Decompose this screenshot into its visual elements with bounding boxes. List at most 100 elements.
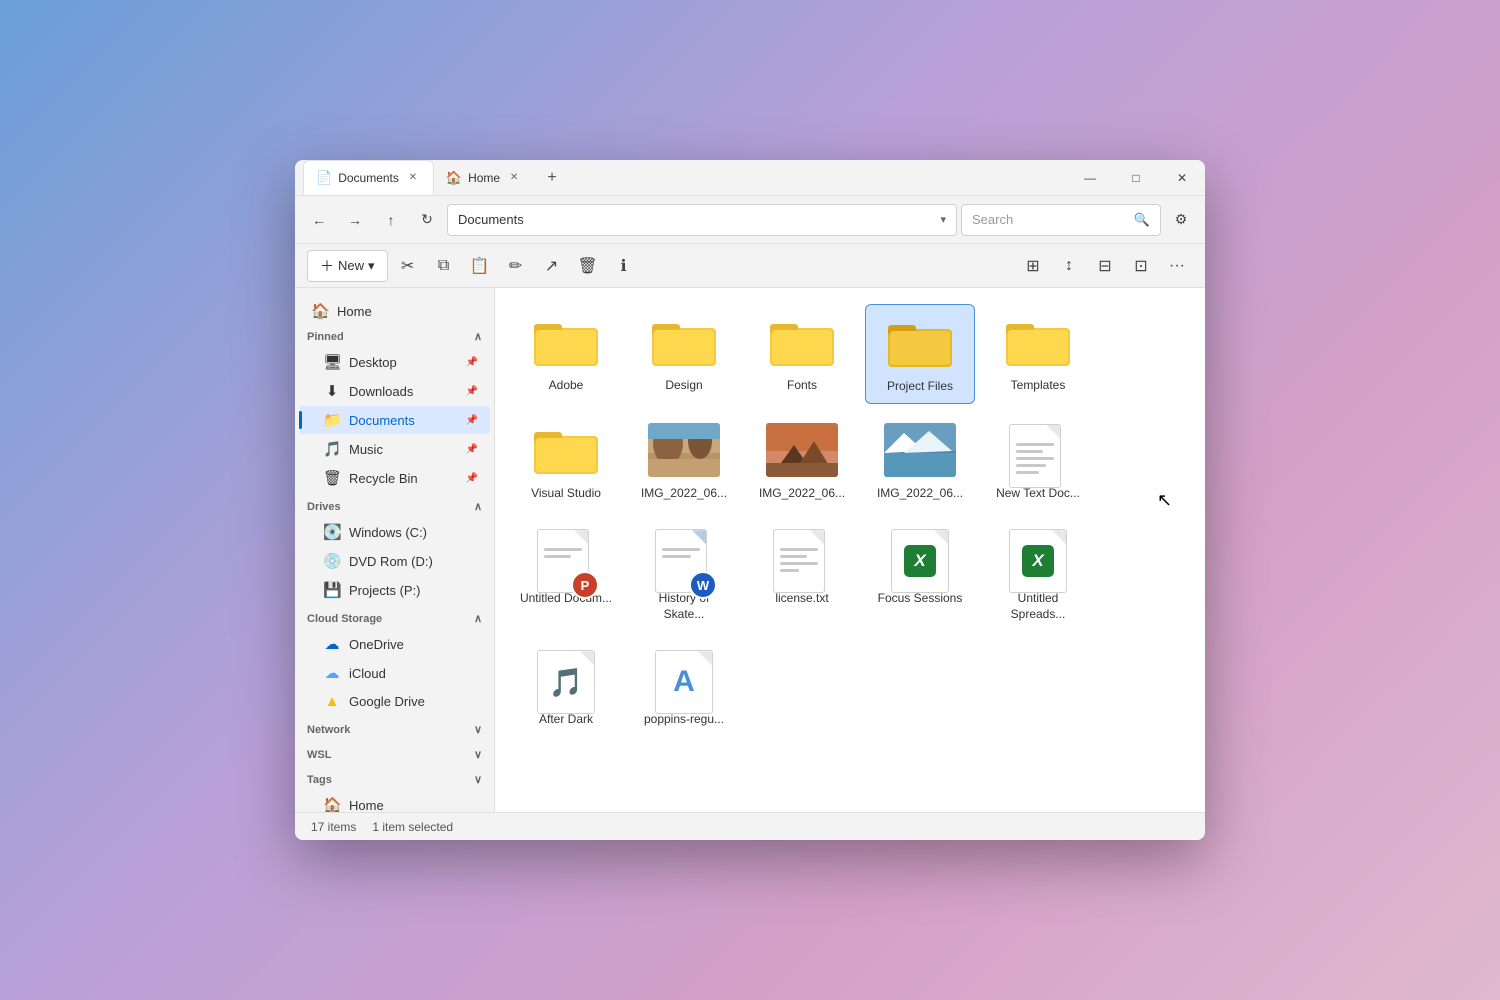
folder-visual-studio[interactable]: Visual Studio (511, 412, 621, 510)
file-focus-sessions[interactable]: X Focus Sessions (865, 517, 975, 630)
file-license[interactable]: license.txt (747, 517, 857, 630)
toolbar: ＋ New ▾ ✂ ⧉ 📋 ✏ ↗ 🗑 ℹ ⊞ ↕ ⊟ ⊡ ··· (295, 244, 1205, 288)
folder-adobe-icon (530, 312, 602, 372)
main-content: 🏠 Home Pinned ∧ 🖥 Desktop 📌 ⬇ Downloads … (295, 288, 1205, 812)
items-count: 17 items (311, 820, 356, 834)
filter-button[interactable]: ⊟ (1089, 250, 1121, 282)
sidebar-section-pinned: Pinned ∧ 🖥 Desktop 📌 ⬇ Downloads 📌 📁 Doc… (295, 326, 494, 492)
icloud-icon: ☁ (323, 664, 341, 682)
downloads-label: Downloads (349, 384, 413, 399)
layout-button[interactable]: ⊡ (1125, 250, 1157, 282)
tab-documents[interactable]: 📄 Documents ✕ (303, 160, 434, 195)
sidebar-item-projects-p[interactable]: 💾 Projects (P:) (299, 576, 490, 604)
desktop-pin-icon: 📌 (466, 357, 478, 368)
file-img1[interactable]: IMG_2022_06... (629, 412, 739, 510)
folder-project-files[interactable]: Project Files (865, 304, 975, 404)
file-img2-label: IMG_2022_06... (759, 486, 845, 502)
drives-label: Drives (307, 501, 341, 513)
sidebar-item-home[interactable]: 🏠 Home (299, 297, 490, 325)
search-bar[interactable]: Search 🔍 (961, 204, 1161, 236)
network-header[interactable]: Network ∨ (295, 719, 494, 740)
cloud-header[interactable]: Cloud Storage ∧ (295, 608, 494, 629)
minimize-button[interactable]: — (1067, 160, 1113, 195)
maximize-button[interactable]: □ (1113, 160, 1159, 195)
cloud-collapse-icon: ∧ (474, 612, 482, 625)
sidebar-item-downloads[interactable]: ⬇ Downloads 📌 (299, 377, 490, 405)
window-controls: — □ ✕ (1067, 160, 1205, 195)
projects-p-icon: 💾 (323, 581, 341, 599)
file-spreadsheet[interactable]: X Untitled Spreads... (983, 517, 1093, 630)
file-music[interactable]: 🎵 After Dark (511, 638, 621, 736)
sidebar-section-drives: Drives ∧ 💽 Windows (C:) 💿 DVD Rom (D:) 💾… (295, 496, 494, 604)
more-button[interactable]: ··· (1161, 250, 1193, 282)
cut-button[interactable]: ✂ (392, 250, 424, 282)
file-img3[interactable]: IMG_2022_06... (865, 412, 975, 510)
pinned-collapse-icon: ∧ (474, 330, 482, 343)
file-pptx[interactable]: P Untitled Docum... (511, 517, 621, 630)
drives-header[interactable]: Drives ∧ (295, 496, 494, 517)
folder-templates-icon (1002, 312, 1074, 372)
sidebar-item-onedrive[interactable]: ☁ OneDrive (299, 630, 490, 658)
address-bar[interactable]: Documents ▾ (447, 204, 957, 236)
add-tab-button[interactable]: + (538, 164, 566, 192)
folder-fonts-icon (766, 312, 838, 372)
folder-templates[interactable]: Templates (983, 304, 1093, 404)
file-music-label: After Dark (539, 712, 593, 728)
forward-button[interactable]: → (339, 204, 371, 236)
refresh-button[interactable]: ↻ (411, 204, 443, 236)
sidebar-item-icloud[interactable]: ☁ iCloud (299, 659, 490, 687)
new-button[interactable]: ＋ New ▾ (307, 250, 388, 282)
close-button[interactable]: ✕ (1159, 160, 1205, 195)
tab-documents-close[interactable]: ✕ (405, 170, 421, 186)
file-license-icon (766, 525, 838, 585)
paste-button[interactable]: 📋 (464, 250, 496, 282)
folder-fonts[interactable]: Fonts (747, 304, 857, 404)
pinned-header[interactable]: Pinned ∧ (295, 326, 494, 347)
home-icon: 🏠 (311, 302, 329, 320)
share-button[interactable]: ↗ (536, 250, 568, 282)
folder-adobe[interactable]: Adobe (511, 304, 621, 404)
up-button[interactable]: ↑ (375, 204, 407, 236)
settings-button[interactable]: ⚙ (1165, 204, 1197, 236)
music-sidebar-icon: 🎵 (323, 440, 341, 458)
sidebar-item-dvd-d[interactable]: 💿 DVD Rom (D:) (299, 547, 490, 575)
address-text: Documents (458, 212, 524, 227)
copy-button[interactable]: ⧉ (428, 250, 460, 282)
new-label: New (338, 258, 364, 273)
view-toggle-button[interactable]: ⊞ (1017, 250, 1049, 282)
file-focus-sessions-icon: X (884, 525, 956, 585)
file-font-icon: A (648, 646, 720, 706)
file-img3-label: IMG_2022_06... (877, 486, 963, 502)
sidebar-item-windows-c[interactable]: 💽 Windows (C:) (299, 518, 490, 546)
folder-visual-studio-icon (530, 420, 602, 480)
tags-header[interactable]: Tags ∨ (295, 769, 494, 790)
sidebar-item-music[interactable]: 🎵 Music 📌 (299, 435, 490, 463)
rename-button[interactable]: ✏ (500, 250, 532, 282)
title-bar: 📄 Documents ✕ 🏠 Home ✕ + — □ ✕ (295, 160, 1205, 196)
file-new-text[interactable]: New Text Doc... (983, 412, 1093, 510)
folder-fonts-label: Fonts (787, 378, 817, 394)
back-button[interactable]: ← (303, 204, 335, 236)
file-img2[interactable]: IMG_2022_06... (747, 412, 857, 510)
sidebar-item-tags-home[interactable]: 🏠 Home (299, 791, 490, 812)
sidebar-item-recycle-bin[interactable]: 🗑 Recycle Bin 📌 (299, 464, 490, 492)
sidebar-item-desktop[interactable]: 🖥 Desktop 📌 (299, 348, 490, 376)
tab-home-close[interactable]: ✕ (506, 170, 522, 186)
tab-home[interactable]: 🏠 Home ✕ (434, 160, 534, 195)
delete-button[interactable]: 🗑 (572, 250, 604, 282)
documents-icon: 📁 (323, 411, 341, 429)
folder-design[interactable]: Design (629, 304, 739, 404)
tags-label: Tags (307, 774, 332, 786)
sidebar-item-documents[interactable]: 📁 Documents 📌 (299, 406, 490, 434)
info-button[interactable]: ℹ (608, 250, 640, 282)
wsl-header[interactable]: WSL ∨ (295, 744, 494, 765)
file-docx[interactable]: W History of Skate... (629, 517, 739, 630)
sidebar-item-google-drive[interactable]: ▲ Google Drive (299, 688, 490, 715)
file-docx-icon: W (648, 525, 720, 585)
file-new-text-icon (1002, 420, 1074, 480)
file-font[interactable]: A poppins-regu... (629, 638, 739, 736)
sidebar-section-wsl: WSL ∨ (295, 744, 494, 765)
sort-button[interactable]: ↕ (1053, 250, 1085, 282)
tab-documents-label: Documents (338, 171, 399, 185)
status-bar: 17 items 1 item selected (295, 812, 1205, 840)
